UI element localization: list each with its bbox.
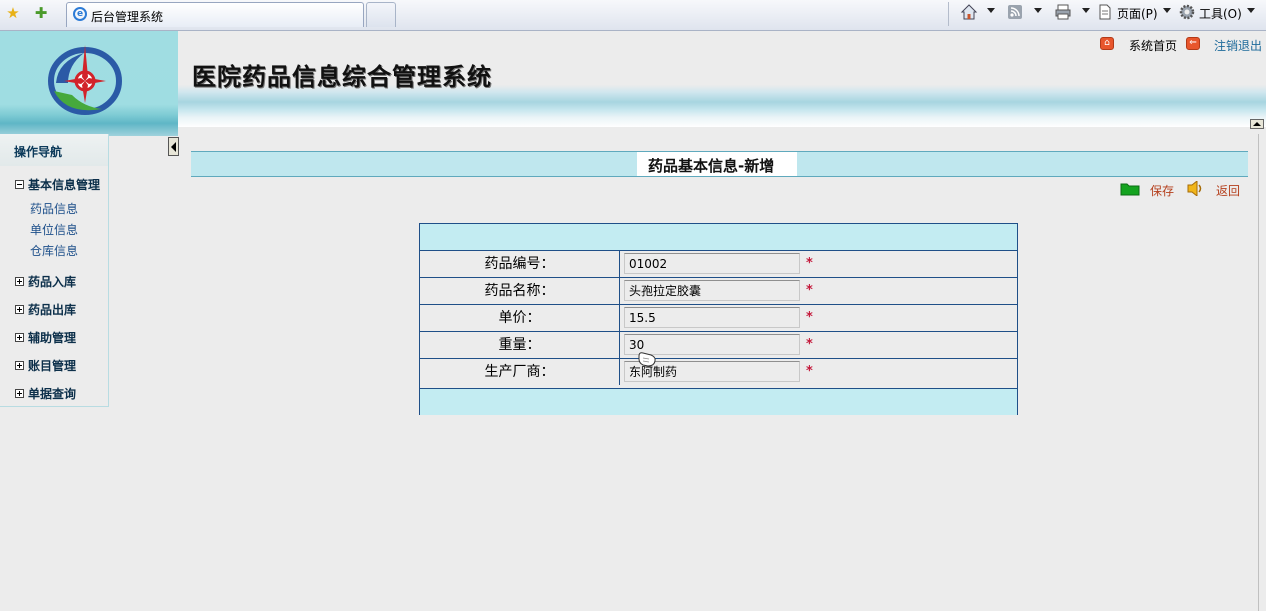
field-label: 生产厂商： [420, 359, 620, 385]
page-dropdown-caret[interactable] [1163, 8, 1171, 13]
home-icon[interactable] [960, 3, 978, 21]
favorites-star-icon[interactable]: ★ [4, 4, 22, 22]
nav-header: 操作导航 [0, 134, 108, 166]
logo-emblem [48, 45, 122, 115]
tab-title: 后台管理系统 [91, 10, 164, 24]
required-mark: * [806, 256, 813, 271]
nav-group-label: 药品入库 [28, 275, 77, 289]
print-dropdown-caret[interactable] [1082, 8, 1090, 13]
system-title: 医院药品信息综合管理系统 [192, 63, 492, 91]
nav-group-label: 账目管理 [28, 359, 77, 373]
expand-icon[interactable] [15, 389, 24, 398]
save-icon[interactable] [1120, 181, 1140, 196]
add-favorite-icon[interactable]: ✚ [32, 4, 50, 22]
menu-tools[interactable]: 工具(O) [1199, 5, 1242, 22]
rss-dropdown-caret[interactable] [1034, 8, 1042, 13]
expand-icon[interactable] [15, 305, 24, 314]
field-label: 重量： [420, 332, 620, 358]
field-label: 药品名称： [420, 278, 620, 304]
expand-icon[interactable] [15, 361, 24, 370]
new-tab-button[interactable] [366, 2, 396, 27]
nav-group-auxiliary[interactable]: 辅助管理 [15, 329, 76, 346]
menu-page[interactable]: 页面(P) [1117, 5, 1158, 22]
tools-dropdown-caret[interactable] [1247, 8, 1255, 13]
nav-group-accounts[interactable]: 账目管理 [15, 357, 76, 374]
form-row-weight: 重量： * [420, 332, 1017, 359]
drug-name-input[interactable] [624, 280, 800, 301]
required-mark: * [806, 310, 813, 325]
form-header-row [420, 224, 1017, 251]
collapse-icon[interactable] [15, 180, 24, 189]
field-label: 药品编号： [420, 251, 620, 277]
page-title: 药品基本信息-新增 [648, 157, 775, 175]
home-icon[interactable]: ⌂ [1100, 37, 1114, 50]
drug-form: 药品编号： * 药品名称： * 单价： * 重量： * 生产厂商： * [419, 223, 1018, 415]
rss-icon[interactable] [1006, 3, 1024, 21]
browser-tab[interactable]: e 后台管理系统 [66, 2, 364, 27]
nav-group-stock-in[interactable]: 药品入库 [15, 273, 76, 290]
logout-icon[interactable]: ⇐ [1186, 37, 1200, 50]
required-mark: * [806, 283, 813, 298]
logo-area [0, 31, 178, 136]
gear-icon[interactable] [1178, 3, 1196, 21]
save-button[interactable]: 保存 [1150, 182, 1174, 199]
sidebar-nav: 操作导航 基本信息管理 药品信息 单位信息 仓库信息 药品入库 药品出库 辅助管… [0, 134, 109, 407]
print-icon[interactable] [1054, 3, 1072, 21]
form-footer-row [420, 388, 1017, 415]
nav-group-basic-info[interactable]: 基本信息管理 [15, 176, 100, 193]
nav-title: 操作导航 [14, 145, 63, 159]
required-mark: * [806, 337, 813, 352]
scroll-up-button[interactable] [1250, 119, 1264, 129]
form-row-name: 药品名称： * [420, 278, 1017, 305]
expand-icon[interactable] [15, 277, 24, 286]
scrollbar-track[interactable] [1258, 134, 1259, 611]
back-icon[interactable] [1186, 181, 1206, 196]
form-row-code: 药品编号： * [420, 251, 1017, 278]
unit-price-input[interactable] [624, 307, 800, 328]
nav-item-drug-info[interactable]: 药品信息 [30, 200, 78, 217]
nav-group-documents[interactable]: 单据查询 [15, 385, 76, 402]
nav-group-label: 药品出库 [28, 303, 77, 317]
browser-toolbar: ★ ✚ e 后台管理系统 页面(P) 工具(O) [0, 0, 1266, 31]
drug-code-input[interactable] [624, 253, 800, 274]
sidebar-collapse-button[interactable] [168, 137, 179, 156]
app-header: 医院药品信息综合管理系统 ⌂ 系统首页 ⇐ 注销退出 [0, 31, 1266, 136]
form-row-price: 单价： * [420, 305, 1017, 332]
back-button[interactable]: 返回 [1216, 182, 1240, 199]
field-label: 单价： [420, 305, 620, 331]
nav-item-warehouse-info[interactable]: 仓库信息 [30, 242, 78, 259]
required-mark: * [806, 364, 813, 379]
home-dropdown-caret[interactable] [987, 8, 995, 13]
nav-group-label: 辅助管理 [28, 331, 77, 345]
nav-group-label: 单据查询 [28, 387, 77, 401]
nav-item-unit-info[interactable]: 单位信息 [30, 221, 78, 238]
nav-group-label: 基本信息管理 [28, 178, 101, 192]
page-icon[interactable] [1096, 3, 1114, 21]
expand-icon[interactable] [15, 333, 24, 342]
nav-group-stock-out[interactable]: 药品出库 [15, 301, 76, 318]
system-home-link[interactable]: 系统首页 [1129, 37, 1177, 54]
ie-icon: e [73, 7, 87, 21]
form-row-manufacturer: 生产厂商： * [420, 359, 1017, 386]
logout-link[interactable]: 注销退出 [1214, 37, 1262, 54]
mouse-cursor-icon [638, 352, 656, 367]
toolbar-divider [948, 2, 949, 26]
